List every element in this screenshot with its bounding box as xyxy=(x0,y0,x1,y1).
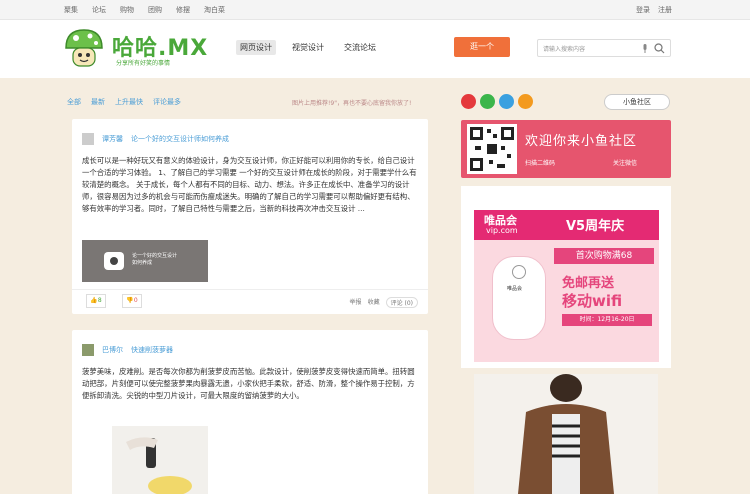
post-header: 巴博尔 快速削菠萝器 xyxy=(82,344,173,356)
top-link[interactable]: 购物 xyxy=(120,5,134,15)
search-box[interactable]: 请输入搜索内容 xyxy=(537,39,671,57)
filter-all[interactable]: 全部 xyxy=(67,97,81,107)
post-card: 谭芳馨 论一个好的交互设计师如何养成 成长可以是一种好玩又有意义的体验设计，身为… xyxy=(72,119,428,314)
camera-icon xyxy=(104,252,124,270)
vip-url: vip.com xyxy=(486,226,518,235)
vip-ad-body: 唯品会 首次购物满68 免邮再送 移动wifi 时间：12月16-20日 xyxy=(474,240,659,362)
divider xyxy=(72,289,428,290)
avatar[interactable] xyxy=(82,133,94,145)
wechat-icon[interactable] xyxy=(480,94,495,109)
register-link[interactable]: 注册 xyxy=(658,5,672,15)
cardigan-model-illustration xyxy=(518,374,614,494)
social-icons xyxy=(461,94,533,109)
top-links: 聚集 论坛 购物 团购 修摆 淘白菜 xyxy=(64,5,225,15)
post-body: 成长可以是一种好玩又有意义的体验设计，身为交互设计师，你正好能可以利用你的专长，… xyxy=(82,156,417,213)
notice-text: 图片上用推荐!9"，再也不要心底留我你放了! xyxy=(292,100,412,107)
qr-subtitle: 扫描二维码 xyxy=(525,160,556,167)
nav-web-design[interactable]: 网页设计 xyxy=(236,40,276,55)
nav-forum[interactable]: 交流论坛 xyxy=(340,40,380,55)
top-link[interactable]: 论坛 xyxy=(92,5,106,15)
post-author[interactable]: 谭芳馨 xyxy=(102,134,123,144)
filter-latest[interactable]: 最新 xyxy=(91,97,105,107)
promo-date: 时间：12月16-20日 xyxy=(562,314,652,326)
qr-code xyxy=(467,124,517,174)
pineapple-peeler-illustration xyxy=(126,437,192,494)
site-header: 哈哈.MX 分享所有好笑的事情 网页设计 视觉设计 交流论坛 逛一个 请输入搜索… xyxy=(0,20,750,78)
post-title[interactable]: 快速削菠萝器 xyxy=(131,345,173,355)
login-link[interactable]: 登录 xyxy=(636,5,650,15)
favorite-link[interactable]: 收藏 xyxy=(368,297,380,308)
rss-icon[interactable] xyxy=(518,94,533,109)
post-body: 菠萝美味，皮难削。是否每次你都为削菠萝皮而苦恼。此款设计，使削菠萝皮变得快速而简… xyxy=(82,367,415,400)
header-cta-button[interactable]: 逛一个 xyxy=(454,37,510,57)
account-links: 登录 注册 xyxy=(636,5,672,15)
logo-slogan: 分享所有好笑的事情 xyxy=(116,60,171,67)
top-utility-bar: 聚集 论坛 购物 团购 修摆 淘白菜 登录 注册 xyxy=(0,0,750,20)
microphone-icon[interactable] xyxy=(642,44,648,53)
top-link[interactable]: 淘白菜 xyxy=(204,5,225,15)
post-header: 谭芳馨 论一个好的交互设计师如何养成 xyxy=(82,133,229,145)
promo-line: 首次购物满68 xyxy=(554,248,654,264)
upvote-button[interactable]: 👍8 xyxy=(86,294,106,308)
weibo-icon[interactable] xyxy=(461,94,476,109)
post-title[interactable]: 论一个好的交互设计师如何养成 xyxy=(131,134,229,144)
thumbnail-caption: 论一个好的交互设计 如何养成 xyxy=(132,253,178,266)
filter-most-comments[interactable]: 评论最多 xyxy=(153,97,181,107)
avatar[interactable] xyxy=(82,344,94,356)
top-link[interactable]: 团购 xyxy=(148,5,162,15)
vip-ad-panel[interactable]: 唯品会 vip.com V5周年庆 唯品会 首次购物满68 免邮再送 移动wif… xyxy=(461,186,671,368)
qr-title: 欢迎你来小鱼社区 xyxy=(525,134,638,149)
top-link[interactable]: 修摆 xyxy=(176,5,190,15)
post-card: 巴博尔 快速削菠萝器 菠萝美味，皮难削。是否每次你都为削菠萝皮而苦恼。此款设计，… xyxy=(72,330,428,494)
top-link[interactable]: 聚集 xyxy=(64,5,78,15)
post-author[interactable]: 巴博尔 xyxy=(102,345,123,355)
qr-subtitle: 关注微信 xyxy=(613,160,638,167)
filter-rising[interactable]: 上升最快 xyxy=(115,97,143,107)
wifi-device-image: 唯品会 xyxy=(492,256,546,340)
post-thumbnail[interactable]: 论一个好的交互设计 如何养成 xyxy=(82,240,208,282)
vip-ad-header: 唯品会 vip.com V5周年庆 xyxy=(474,210,659,240)
wechat-qr-banner[interactable]: 欢迎你来小鱼社区 扫描二维码 关注微信 xyxy=(461,120,671,178)
nav-visual-design[interactable]: 视觉设计 xyxy=(288,40,328,55)
device-label: 唯品会 xyxy=(507,286,523,292)
community-tab[interactable]: 小鱼社区 xyxy=(604,94,670,110)
post-actions: 举报 收藏 评论 (0) xyxy=(350,297,418,308)
comments-button[interactable]: 评论 (0) xyxy=(385,297,418,308)
search-placeholder: 请输入搜索内容 xyxy=(543,46,586,53)
main-nav: 网页设计 视觉设计 交流论坛 xyxy=(236,40,380,55)
tencent-weibo-icon[interactable] xyxy=(499,94,514,109)
filter-tabs: 全部 最新 上升最快 评论最多 xyxy=(67,97,181,107)
mushroom-logo-icon[interactable] xyxy=(62,26,106,70)
pineapple-peeler-photo[interactable] xyxy=(112,426,208,494)
vip-anniversary: V5周年庆 xyxy=(566,219,625,234)
downvote-button[interactable]: 👎0 xyxy=(122,294,142,308)
fashion-ad-photo[interactable] xyxy=(474,374,658,494)
device-power-icon xyxy=(512,265,526,279)
report-link[interactable]: 举报 xyxy=(350,297,362,308)
search-icon[interactable] xyxy=(654,43,665,54)
promo-line: 免邮再送 xyxy=(562,276,615,291)
qr-code-icon xyxy=(470,127,514,171)
promo-line: 移动wifi xyxy=(562,292,623,310)
